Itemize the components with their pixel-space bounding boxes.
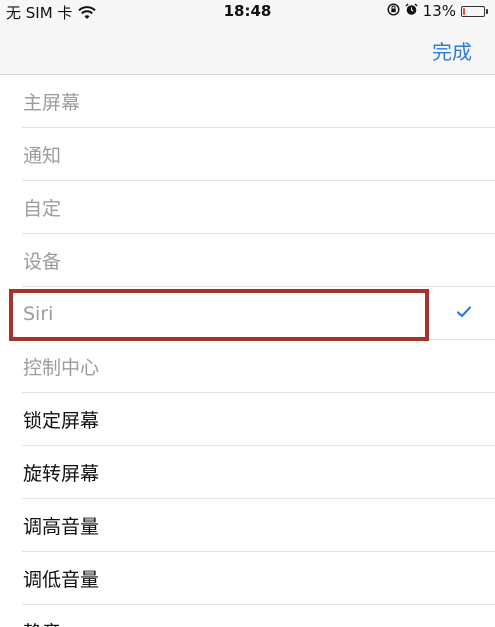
list-item-label: 调高音量 bbox=[23, 516, 100, 538]
list-item-siri[interactable]: Siri bbox=[0, 287, 495, 340]
battery-level-fill bbox=[463, 7, 465, 15]
list-item-home-screen[interactable]: 主屏幕 bbox=[0, 75, 495, 128]
list-item-label: 通知 bbox=[23, 145, 62, 167]
list-item-label: 控制中心 bbox=[23, 357, 100, 379]
status-bar: 无 SIM 卡 18:48 13% bbox=[0, 0, 495, 24]
list-item-rotate-screen[interactable]: 旋转屏幕 bbox=[0, 446, 495, 499]
list-item-mute[interactable]: 静音 bbox=[0, 605, 495, 627]
settings-list: 主屏幕 通知 自定 设备 Siri 控制中心 锁定屏幕 旋转屏幕 调高音量 调低… bbox=[0, 75, 495, 627]
list-item-device[interactable]: 设备 bbox=[0, 234, 495, 287]
list-item-label: 旋转屏幕 bbox=[23, 463, 100, 485]
list-item-label: 锁定屏幕 bbox=[23, 410, 100, 432]
status-right: 13% bbox=[387, 2, 488, 20]
checkmark-icon bbox=[455, 303, 473, 321]
list-item-control-center[interactable]: 控制中心 bbox=[0, 340, 495, 393]
done-button[interactable]: 完成 bbox=[432, 36, 472, 65]
screen: 无 SIM 卡 18:48 13% 完成 主屏幕 通知 自定 设备 Siri 控… bbox=[0, 0, 495, 627]
list-item-volume-down[interactable]: 调低音量 bbox=[0, 552, 495, 605]
alarm-icon bbox=[405, 3, 418, 19]
list-item-label: 主屏幕 bbox=[23, 92, 81, 114]
navigation-bar: 完成 bbox=[0, 24, 495, 75]
list-item-custom[interactable]: 自定 bbox=[0, 181, 495, 234]
battery-icon bbox=[461, 5, 488, 17]
list-item-lock-screen[interactable]: 锁定屏幕 bbox=[0, 393, 495, 446]
list-item-label: 调低音量 bbox=[23, 569, 100, 591]
list-item-label: 自定 bbox=[23, 198, 62, 220]
list-item-label: Siri bbox=[23, 302, 54, 325]
list-item-notifications[interactable]: 通知 bbox=[0, 128, 495, 181]
battery-percent: 13% bbox=[422, 2, 456, 20]
list-item-label: 静音 bbox=[23, 618, 61, 627]
orientation-lock-icon bbox=[387, 3, 400, 19]
list-item-label: 设备 bbox=[23, 251, 62, 273]
list-item-volume-up[interactable]: 调高音量 bbox=[0, 499, 495, 552]
